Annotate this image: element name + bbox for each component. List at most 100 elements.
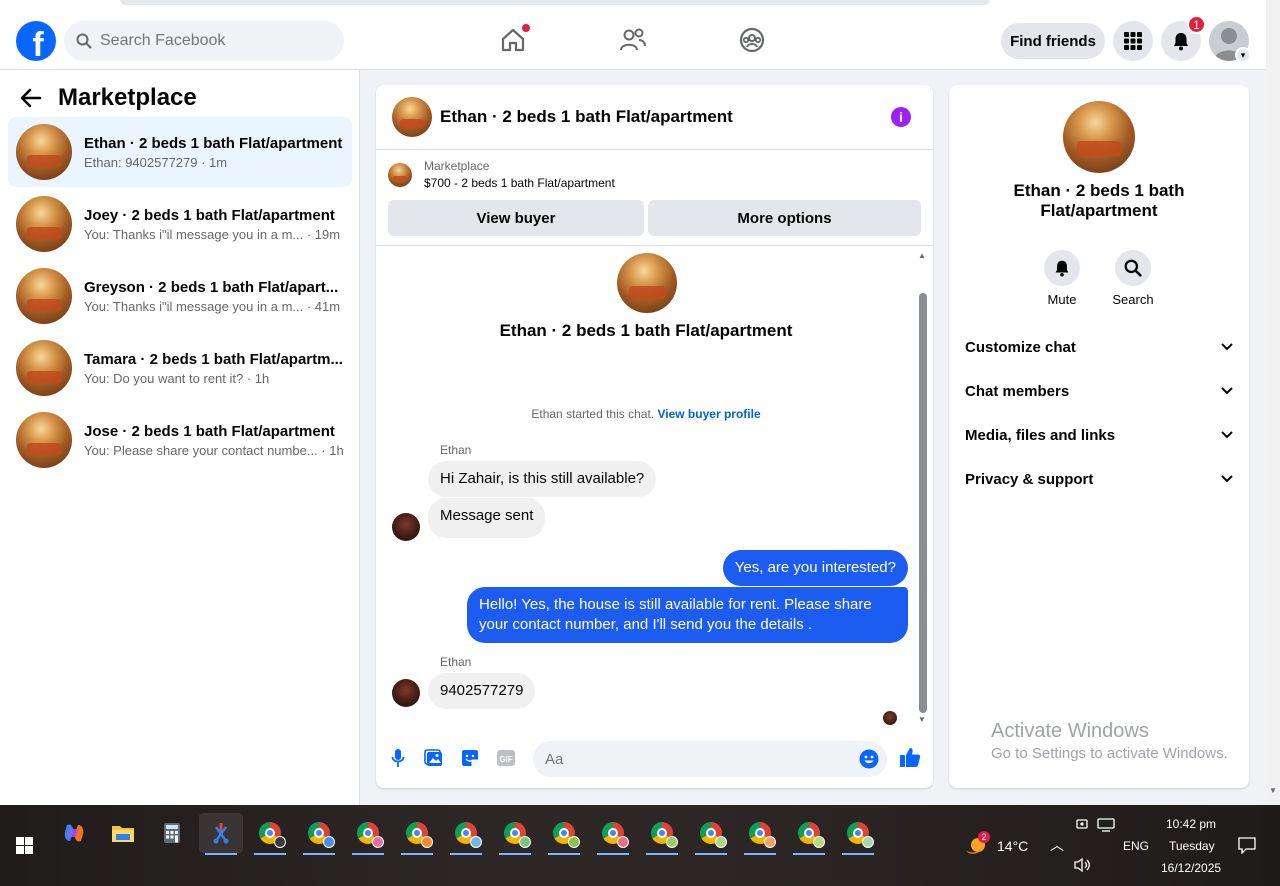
clock-date[interactable]: 16/12/2025 xyxy=(1161,861,1221,875)
bell-icon xyxy=(1174,33,1188,51)
groups-icon[interactable] xyxy=(738,26,766,54)
marketplace-sidebar: Marketplace Ethan · 2 beds 1 bath Flat/a… xyxy=(0,70,360,805)
conversation-preview: You: Thanks i"il message you in a m... ·… xyxy=(84,298,341,314)
conversation-name: Joey · 2 beds 1 bath Flat/apartment xyxy=(84,206,335,224)
media-files-links-section[interactable]: Media, files and links xyxy=(965,415,1233,455)
chrome-profile-icon[interactable] xyxy=(542,813,586,855)
clock-day[interactable]: Tuesday xyxy=(1169,839,1215,853)
snipping-tool-icon[interactable] xyxy=(199,813,243,855)
thumbs-up-icon[interactable] xyxy=(899,746,921,768)
scroll-down-arrow-icon[interactable]: ▼ xyxy=(918,715,926,724)
section-label: Privacy & support xyxy=(965,470,1094,488)
notification-badge: 1 xyxy=(1187,15,1206,34)
chat-scrollbar[interactable] xyxy=(919,293,927,713)
back-arrow-icon[interactable] xyxy=(20,88,42,108)
chrome-profile-icon[interactable] xyxy=(591,813,635,855)
message-input[interactable] xyxy=(545,750,835,768)
details-listing-thumbnail xyxy=(1063,101,1135,173)
temperature[interactable]: 14°C xyxy=(997,838,1028,854)
windows-start-icon[interactable] xyxy=(16,837,33,859)
language-indicator[interactable]: ENG xyxy=(1123,839,1149,853)
sticker-icon[interactable] xyxy=(459,747,481,769)
sender-avatar[interactable] xyxy=(392,679,420,707)
weather-icon[interactable]: 2 xyxy=(964,831,990,862)
conversation-name: Greyson · 2 beds 1 bath Flat/apart... xyxy=(84,278,339,296)
chrome-profile-icon[interactable] xyxy=(787,813,831,855)
intro-listing-thumbnail xyxy=(617,253,677,313)
scroll-up-arrow-icon[interactable]: ▲ xyxy=(918,251,926,260)
calculator-icon[interactable] xyxy=(150,813,194,853)
menu-grid-icon[interactable] xyxy=(1113,21,1153,61)
emoji-icon[interactable] xyxy=(859,749,879,774)
copilot-icon[interactable] xyxy=(52,813,96,853)
chevron-down-icon xyxy=(1221,387,1233,395)
clock-time[interactable]: 10:42 pm xyxy=(1166,817,1216,831)
activate-windows-watermark: Activate Windows Go to Settings to activ… xyxy=(991,720,1228,762)
message-bubble-outgoing[interactable]: Yes, are you interested? xyxy=(722,550,908,586)
speaker-icon[interactable] xyxy=(1073,857,1091,878)
meet-now-icon[interactable] xyxy=(1075,818,1089,837)
gif-icon[interactable]: GIF xyxy=(495,747,517,769)
conversation-name: Jose · 2 beds 1 bath Flat/apartment xyxy=(84,422,335,440)
privacy-support-section[interactable]: Privacy & support xyxy=(965,459,1233,499)
find-friends-button[interactable]: Find friends xyxy=(1001,23,1105,59)
browser-strip xyxy=(120,0,990,5)
view-buyer-button[interactable]: View buyer xyxy=(388,200,644,236)
search-in-chat-button[interactable]: Search xyxy=(1103,250,1163,307)
page-scroll-down-arrow-icon[interactable]: ▼ xyxy=(1269,786,1277,795)
chrome-profile-icon[interactable] xyxy=(395,813,439,855)
watermark-line-1: Activate Windows xyxy=(991,720,1149,742)
search-box[interactable] xyxy=(64,21,344,61)
chevron-down-icon xyxy=(1221,343,1233,351)
search-input[interactable] xyxy=(100,32,320,50)
microphone-icon[interactable] xyxy=(387,747,409,769)
listing-thumbnail xyxy=(16,124,72,180)
facebook-logo-icon[interactable]: f xyxy=(16,21,56,61)
photo-icon[interactable] xyxy=(423,747,445,769)
message-bubble-incoming[interactable]: Message sent xyxy=(428,498,546,538)
conversation-item[interactable]: Tamara · 2 beds 1 bath Flat/apartm... Yo… xyxy=(8,333,352,403)
account-chevron-down-icon[interactable]: ▾ xyxy=(1235,47,1251,63)
message-bubble-incoming[interactable]: 9402577279 xyxy=(428,673,536,709)
notifications-button[interactable]: 1 xyxy=(1161,15,1206,61)
chrome-profile-icon[interactable] xyxy=(640,813,684,855)
friends-icon[interactable] xyxy=(619,26,647,54)
view-buyer-profile-link[interactable]: View buyer profile xyxy=(657,407,760,421)
divider xyxy=(376,245,933,246)
home-icon[interactable] xyxy=(499,24,530,54)
message-input-box[interactable] xyxy=(533,741,887,777)
network-icon[interactable] xyxy=(1097,818,1115,837)
mute-button[interactable]: Mute xyxy=(1032,250,1092,307)
info-icon[interactable]: i xyxy=(891,107,911,127)
more-options-button[interactable]: More options xyxy=(648,200,921,236)
conversation-item[interactable]: Ethan · 2 beds 1 bath Flat/apartment Eth… xyxy=(8,117,352,187)
conversation-item[interactable]: Joey · 2 beds 1 bath Flat/apartment You:… xyxy=(8,189,352,259)
chat-title[interactable]: Ethan · 2 beds 1 bath Flat/apartment xyxy=(440,107,733,127)
chevron-up-icon[interactable]: ︿ xyxy=(1050,835,1064,855)
customize-chat-section[interactable]: Customize chat xyxy=(965,327,1233,367)
sender-avatar[interactable] xyxy=(392,513,420,541)
conversation-item[interactable]: Jose · 2 beds 1 bath Flat/apartment You:… xyxy=(8,405,352,475)
search-icon xyxy=(76,33,92,49)
chrome-profile-icon[interactable] xyxy=(836,813,880,855)
chrome-profile-icon[interactable] xyxy=(444,813,488,855)
file-explorer-icon[interactable] xyxy=(101,813,145,853)
page-scrollbar[interactable]: ▼ xyxy=(1266,0,1280,805)
message-bubble-outgoing[interactable]: Hello! Yes, the house is still available… xyxy=(467,587,908,643)
chrome-profile-a-icon[interactable] xyxy=(248,813,292,855)
notification-center-icon[interactable] xyxy=(1238,837,1256,859)
message-composer: GIF xyxy=(376,735,933,785)
seen-indicator-avatar xyxy=(883,711,897,725)
conversation-item[interactable]: Greyson · 2 beds 1 bath Flat/apart... Yo… xyxy=(8,261,352,331)
chrome-profile-icon[interactable] xyxy=(297,813,341,855)
chat-members-section[interactable]: Chat members xyxy=(965,371,1233,411)
marketplace-listing-row[interactable]: Marketplace $700 - 2 beds 1 bath Flat/ap… xyxy=(388,159,615,190)
chat-listing-thumbnail[interactable] xyxy=(392,97,432,137)
chrome-profile-icon[interactable] xyxy=(493,813,537,855)
section-label: Customize chat xyxy=(965,338,1076,356)
chrome-profile-icon[interactable] xyxy=(346,813,390,855)
conversation-preview: You: Do you want to rent it? · 1h xyxy=(84,370,270,386)
chrome-profile-icon[interactable] xyxy=(738,813,782,855)
chrome-profile-icon[interactable] xyxy=(689,813,733,855)
message-bubble-incoming[interactable]: Hi Zahair, is this still available? xyxy=(428,461,657,497)
